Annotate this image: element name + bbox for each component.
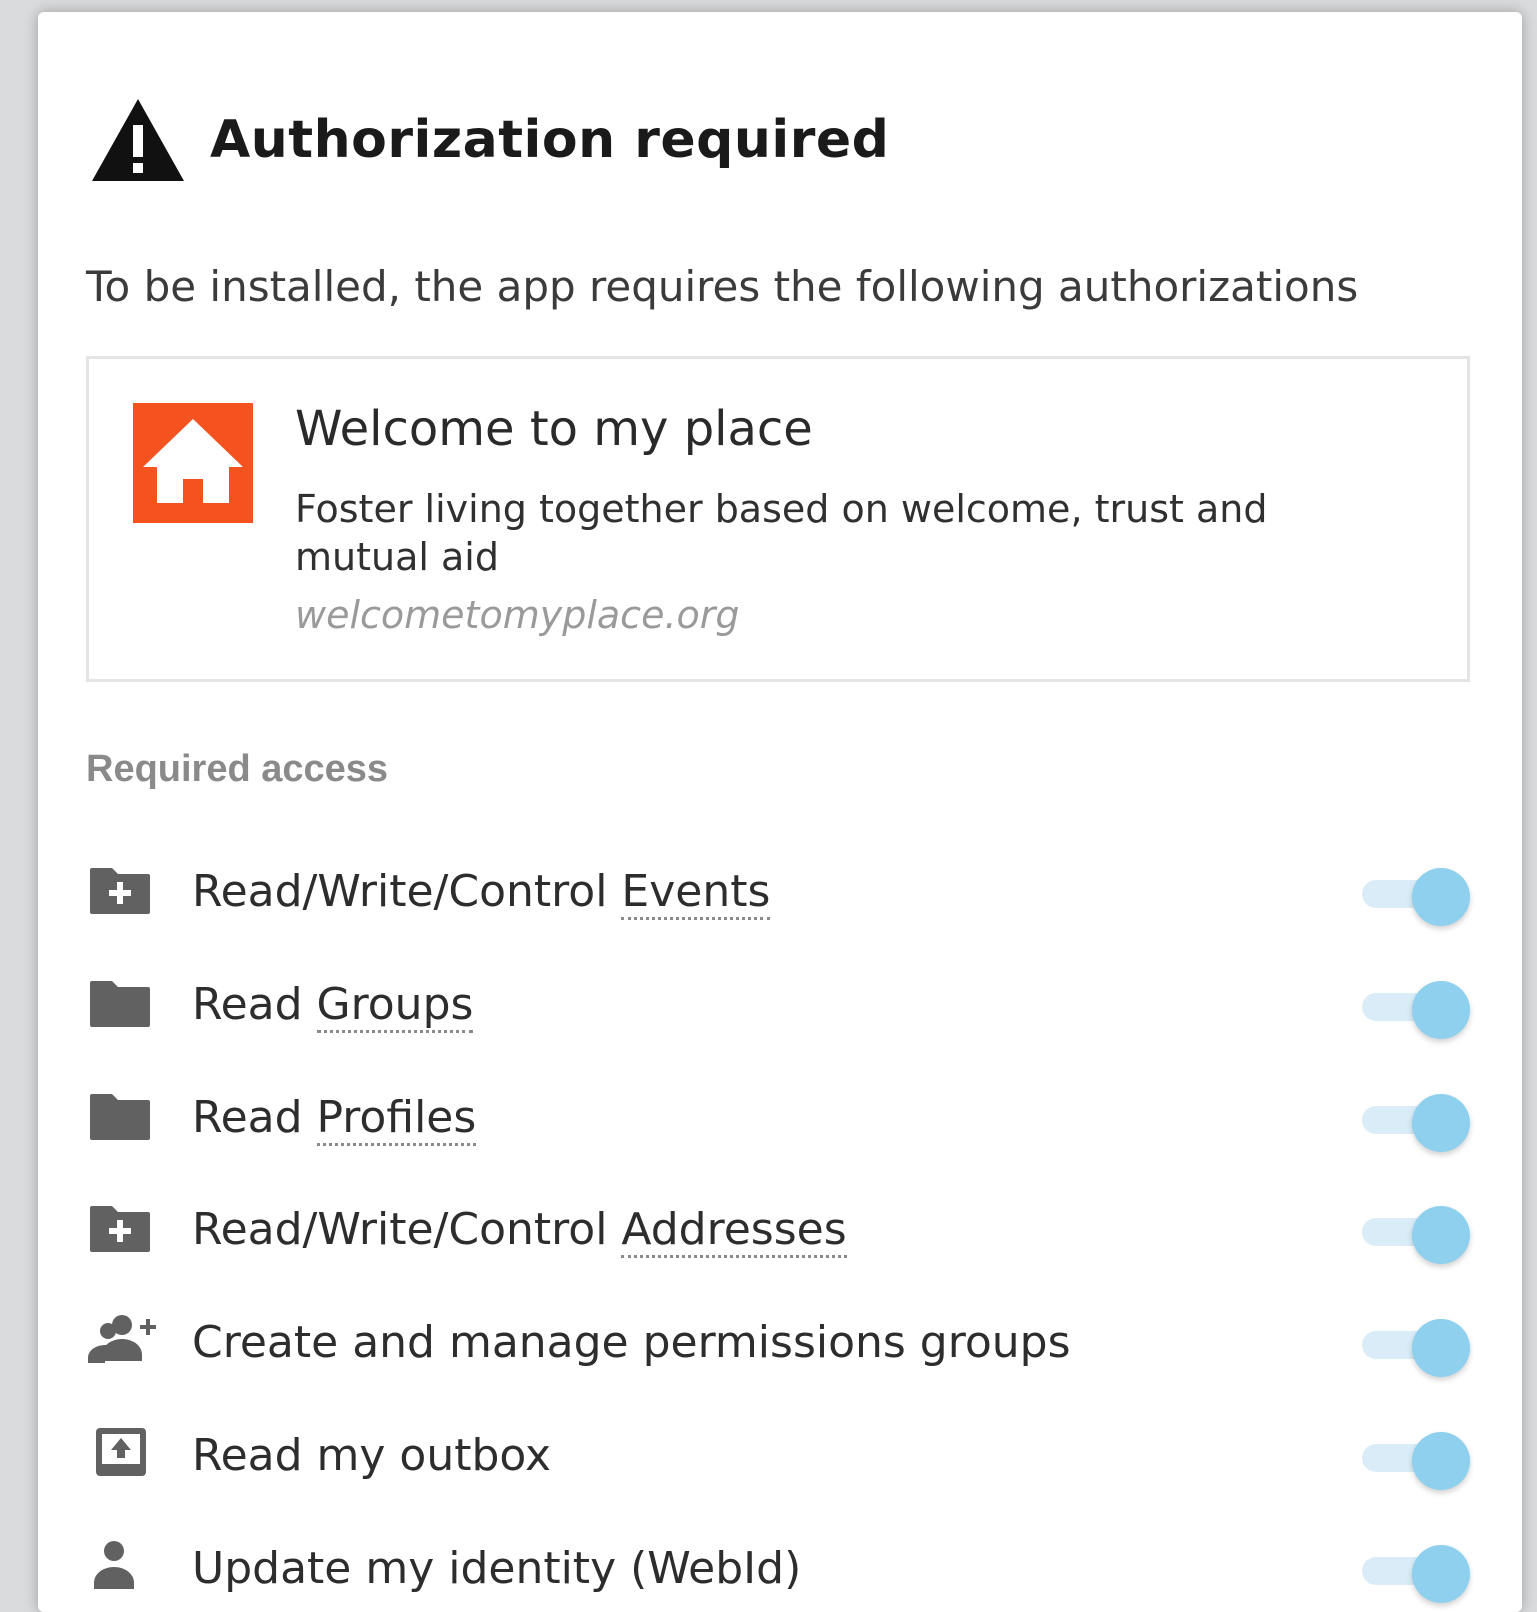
required-access-label: Required access: [86, 748, 389, 790]
folder-icon: [86, 1086, 156, 1146]
permission-resource: Profiles: [316, 1091, 477, 1146]
permission-list: Read/Write/Control Events Read Groups Re…: [86, 832, 1486, 1612]
permission-resource: Groups: [316, 978, 474, 1033]
app-card: Welcome to my place Foster living togeth…: [86, 356, 1470, 682]
permission-toggle[interactable]: [1362, 980, 1474, 1039]
permission-label: Read Profiles: [192, 1091, 477, 1146]
permission-label: Create and manage permissions groups: [192, 1317, 1071, 1369]
permission-item: Read/Write/Control Events: [86, 832, 1486, 945]
permission-toggle[interactable]: [1362, 1319, 1474, 1378]
warning-icon: [90, 95, 186, 185]
folder-plus-icon: [86, 1198, 156, 1258]
house-icon: [143, 419, 243, 503]
permission-label: Read Groups: [192, 978, 474, 1033]
permission-item: Update my identity (WebId): [86, 1509, 1486, 1612]
authorization-dialog: Authorization required To be installed, …: [38, 12, 1522, 1612]
folder-plus-icon: [86, 860, 156, 920]
app-logo: [133, 403, 253, 523]
permission-label: Read/Write/Control Addresses: [192, 1204, 847, 1259]
add-users-icon: [86, 1311, 156, 1371]
permission-resource: Events: [621, 866, 771, 920]
permission-label: Update my identity (WebId): [192, 1542, 802, 1594]
permission-item: Create and manage permissions groups: [86, 1283, 1486, 1396]
dialog-subtitle: To be installed, the app requires the fo…: [86, 262, 1359, 311]
permission-toggle[interactable]: [1362, 1206, 1474, 1265]
permission-item: Read/Write/Control Addresses: [86, 1170, 1486, 1283]
outbox-icon: [86, 1424, 156, 1484]
permission-resource: Addresses: [621, 1204, 847, 1259]
permission-label: Read/Write/Control Events: [192, 866, 771, 920]
app-name: Welcome to my place: [295, 401, 813, 457]
permission-label: Read my outbox: [192, 1429, 552, 1481]
permission-item: Read my outbox: [86, 1396, 1486, 1509]
folder-icon: [86, 973, 156, 1033]
permission-toggle[interactable]: [1362, 1431, 1474, 1490]
permission-toggle[interactable]: [1362, 1093, 1474, 1152]
app-url[interactable]: welcometomyplace.org: [295, 593, 740, 637]
person-icon: [86, 1537, 156, 1597]
dialog-title: Authorization required: [210, 110, 890, 170]
permission-toggle[interactable]: [1362, 868, 1474, 926]
permission-item: Read Profiles: [86, 1058, 1486, 1171]
app-description: Foster living together based on welcome,…: [295, 487, 1268, 579]
permission-toggle[interactable]: [1362, 1544, 1474, 1603]
permission-item: Read Groups: [86, 945, 1486, 1058]
dialog-header: Authorization required: [90, 94, 889, 186]
